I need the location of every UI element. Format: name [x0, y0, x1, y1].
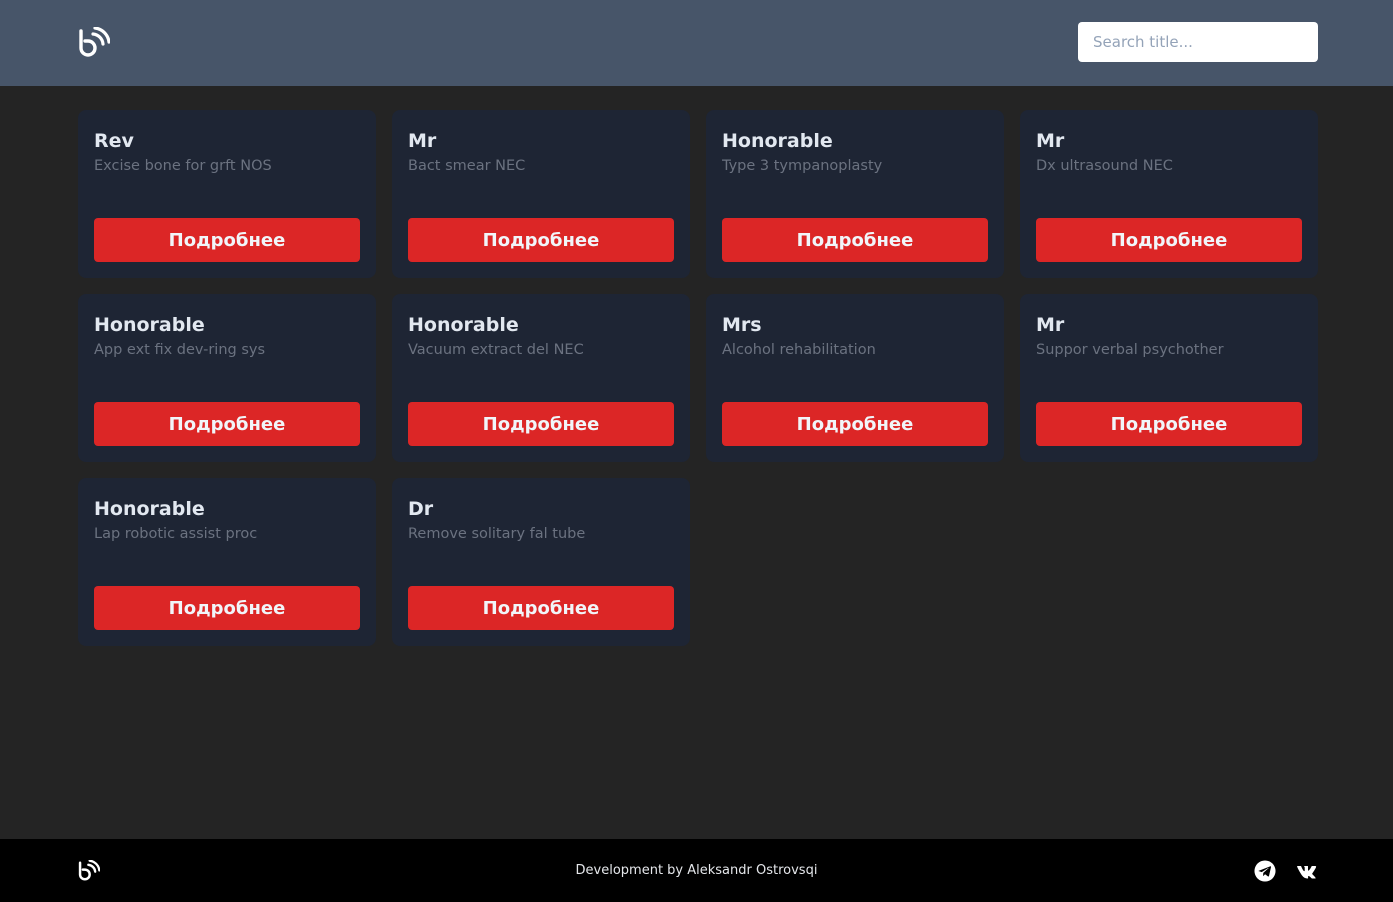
- card-subtitle: Vacuum extract del NEC: [408, 342, 584, 358]
- details-button[interactable]: Подробнее: [408, 218, 674, 262]
- card-subtitle: Type 3 tympanoplasty: [722, 158, 883, 174]
- card-title: Mr: [1036, 130, 1065, 152]
- site-header: [0, 0, 1393, 86]
- card: Mr Bact smear NEC Подробнее: [392, 110, 690, 278]
- card-title: Dr: [408, 498, 434, 520]
- card-title: Honorable: [94, 314, 205, 336]
- card-subtitle: Alcohol rehabilitation: [722, 342, 876, 358]
- details-button[interactable]: Подробнее: [408, 586, 674, 630]
- details-button[interactable]: Подробнее: [1036, 402, 1302, 446]
- details-button[interactable]: Подробнее: [94, 402, 360, 446]
- card: Mr Dx ultrasound NEC Подробнее: [1020, 110, 1318, 278]
- card-subtitle: Dx ultrasound NEC: [1036, 158, 1173, 174]
- card: Mrs Alcohol rehabilitation Подробнее: [706, 294, 1004, 462]
- card-title: Honorable: [408, 314, 519, 336]
- details-button[interactable]: Подробнее: [94, 586, 360, 630]
- card-subtitle: Excise bone for grft NOS: [94, 158, 272, 174]
- details-button[interactable]: Подробнее: [1036, 218, 1302, 262]
- details-button[interactable]: Подробнее: [722, 402, 988, 446]
- details-button[interactable]: Подробнее: [408, 402, 674, 446]
- card-title: Rev: [94, 130, 134, 152]
- card-subtitle: Remove solitary fal tube: [408, 526, 586, 542]
- footer-credit: Development by Aleksandr Ostrovsqi: [575, 863, 818, 878]
- site-footer: Development by Aleksandr Ostrovsqi: [0, 839, 1393, 902]
- vk-link[interactable]: [1295, 860, 1317, 882]
- vk-icon: [1297, 865, 1317, 879]
- telegram-link[interactable]: [1254, 860, 1276, 882]
- card-title: Mr: [408, 130, 437, 152]
- card: Honorable Type 3 tympanoplasty Подробнее: [706, 110, 1004, 278]
- card-title: Honorable: [722, 130, 833, 152]
- card: Honorable App ext fix dev-ring sys Подробн…: [78, 294, 376, 462]
- card-subtitle: Suppor verbal psychother: [1036, 342, 1224, 358]
- search-input[interactable]: [1078, 22, 1318, 62]
- card-subtitle: App ext fix dev-ring sys: [94, 342, 266, 358]
- cards-grid: Rev Excise bone for grft NOS Подробнее Mr Ba…: [78, 110, 1318, 646]
- details-button[interactable]: Подробнее: [94, 218, 360, 262]
- card: Mr Suppor verbal psychother Подробнее: [1020, 294, 1318, 462]
- card: Honorable Vacuum extract del NEC Подробнее: [392, 294, 690, 462]
- card-subtitle: Lap robotic assist proc: [94, 526, 258, 542]
- card: Rev Excise bone for grft NOS Подробнее: [78, 110, 376, 278]
- card-title: Mr: [1036, 314, 1065, 336]
- details-button[interactable]: Подробнее: [722, 218, 988, 262]
- logo-icon: [79, 27, 110, 57]
- card-subtitle: Bact smear NEC: [408, 158, 526, 174]
- card: Dr Remove solitary fal tube Подробнее: [392, 478, 690, 646]
- telegram-icon: [1254, 860, 1276, 882]
- card-title: Honorable: [94, 498, 205, 520]
- card: Honorable Lap robotic assist proc Подробне…: [78, 478, 376, 646]
- card-title: Mrs: [722, 314, 762, 336]
